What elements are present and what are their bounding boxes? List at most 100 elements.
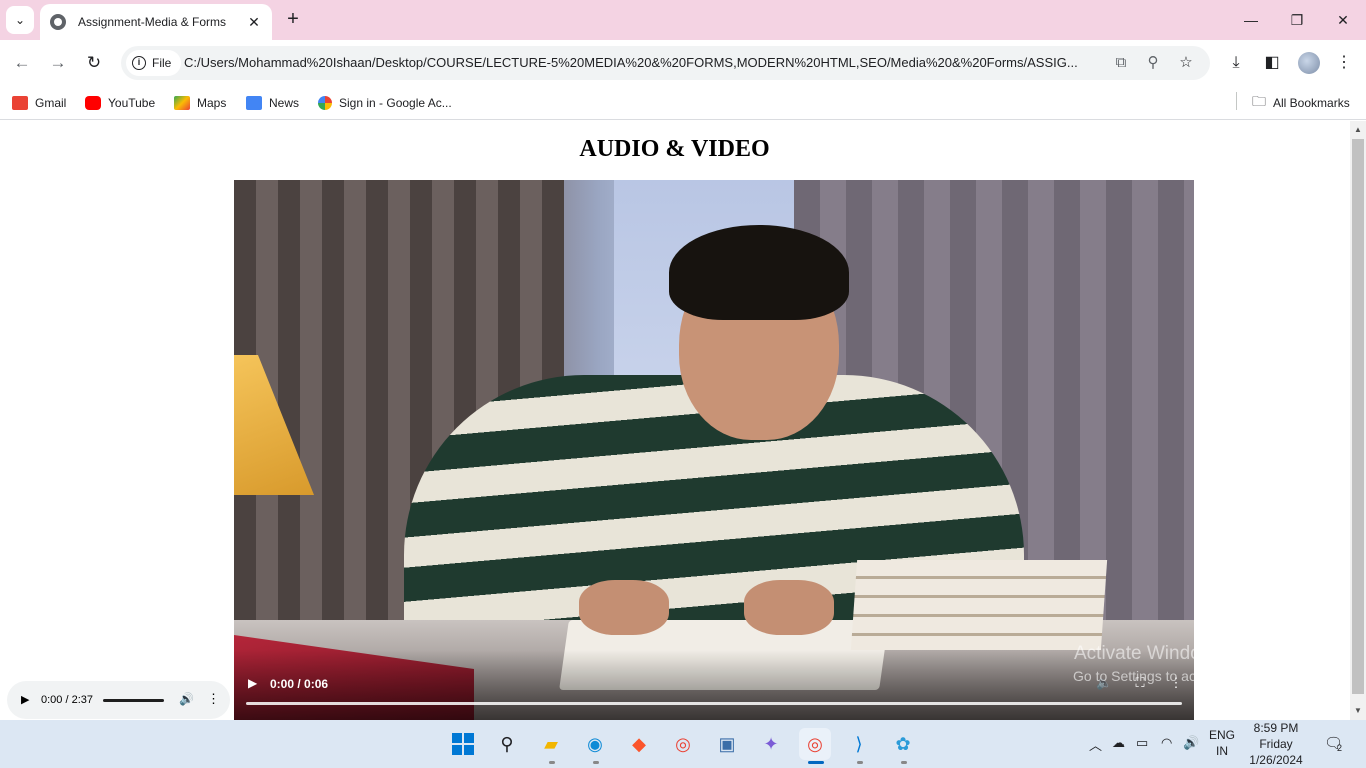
bookmark-gmail[interactable]: Gmail: [12, 93, 66, 113]
bookmark-youtube[interactable]: YouTube: [85, 93, 155, 113]
zoom-icon[interactable]: ⚲: [1143, 53, 1163, 73]
bookmark-google-signin[interactable]: Sign in - Google Ac...: [318, 93, 452, 113]
clock-day: Friday: [1259, 737, 1293, 751]
bookmarks-bar: Gmail YouTube Maps News Sign in - Google…: [0, 86, 1366, 120]
audio-time: 0:00 / 2:37: [41, 694, 93, 706]
vertical-scrollbar[interactable]: ▲ ▼: [1350, 121, 1366, 720]
notifications-icon[interactable]: 🗨2: [1324, 734, 1348, 753]
video-play-icon[interactable]: ▶: [248, 676, 257, 690]
scroll-thumb[interactable]: [1352, 139, 1364, 694]
book-stack: [850, 560, 1108, 650]
youtube-icon: [85, 96, 101, 110]
back-button[interactable]: ←: [9, 50, 35, 76]
minimize-button[interactable]: —: [1228, 0, 1274, 40]
running-indicator: [593, 761, 599, 764]
taskbar: ⚲ ▰ ◉ ◆ ◎ ▣ ✦ ◎ ⟩ ✿ ︿ ☁ ▭ ◠ 🔊 ENG IN 8:5…: [0, 720, 1366, 768]
scroll-up-icon[interactable]: ▲: [1353, 125, 1363, 134]
address-bar[interactable]: i File C:/Users/Mohammad%20Ishaan/Deskto…: [121, 46, 1210, 80]
file-explorer-icon[interactable]: ▰: [535, 728, 567, 760]
all-bookmarks[interactable]: 🗀 All Bookmarks: [1252, 93, 1350, 113]
page-content: AUDIO & VIDEO ▶ 0:00 / 0:06 🔈 ⛶ ⋮ ▶ 0:00…: [0, 121, 1350, 720]
arrow-right-icon: →: [49, 53, 67, 72]
search-icon[interactable]: ⚲: [491, 728, 523, 760]
all-bookmarks-label: All Bookmarks: [1273, 96, 1350, 110]
menu-icon[interactable]: ⋮: [1333, 52, 1355, 74]
chevron-down-icon: ⌄: [14, 13, 26, 27]
side-panel-icon[interactable]: ◧: [1261, 52, 1283, 74]
clock[interactable]: 8:59 PM Friday 1/26/2024: [1244, 721, 1308, 767]
bookmark-label: Maps: [197, 96, 227, 110]
windows-start-icon[interactable]: [447, 728, 479, 760]
bookmark-label: Sign in - Google Ac...: [339, 96, 452, 110]
google-icon: [318, 96, 332, 110]
scroll-down-icon[interactable]: ▼: [1353, 706, 1363, 715]
running-indicator: [857, 761, 863, 764]
active-indicator: [808, 761, 824, 764]
onedrive-icon[interactable]: ☁: [1112, 735, 1125, 751]
globe-icon: [50, 14, 66, 30]
video-progress-bar[interactable]: [246, 702, 1182, 705]
audio-play-icon[interactable]: ▶: [21, 693, 29, 706]
video-controls-shade: [234, 650, 1194, 720]
translate-icon[interactable]: ⧉: [1111, 53, 1131, 73]
video-player[interactable]: ▶ 0:00 / 0:06 🔈 ⛶ ⋮: [234, 180, 1194, 720]
tab-search-button[interactable]: ⌄: [6, 6, 34, 34]
gmail-icon: [12, 96, 28, 110]
maps-icon: [174, 96, 190, 110]
new-tab-button[interactable]: +: [282, 8, 304, 30]
audio-volume-icon[interactable]: 🔊: [179, 692, 194, 706]
chrome-icon[interactable]: ◎: [667, 728, 699, 760]
reload-icon: ↻: [86, 53, 102, 72]
bookmark-label: News: [269, 96, 300, 110]
notification-count: 2: [1337, 743, 1343, 753]
running-indicator: [549, 761, 555, 764]
clock-date: 1/26/2024: [1249, 753, 1303, 767]
bookmarks-separator: [1236, 92, 1237, 110]
site-info-label: File: [152, 56, 172, 70]
chrome-active-icon[interactable]: ◎: [799, 728, 831, 760]
language-indicator[interactable]: ENG IN: [1206, 728, 1238, 758]
forward-button[interactable]: →: [45, 50, 71, 76]
audio-more-icon[interactable]: ⋮: [207, 691, 220, 707]
hand-right: [744, 580, 834, 635]
brave-icon[interactable]: ◆: [623, 728, 655, 760]
bookmark-news[interactable]: News: [246, 93, 299, 113]
bookmark-maps[interactable]: Maps: [174, 93, 226, 113]
language-label: ENG: [1208, 728, 1235, 742]
profile-avatar[interactable]: [1298, 52, 1320, 74]
reload-button[interactable]: ↻: [81, 50, 107, 76]
news-icon: [246, 96, 262, 110]
video-time: 0:00 / 0:06: [270, 677, 329, 691]
download-icon[interactable]: ⤓: [1225, 52, 1247, 74]
tab-strip: ⌄ Assignment-Media & Forms ✕ + — ❐ ✕: [0, 0, 1366, 40]
tab-active[interactable]: Assignment-Media & Forms ✕: [40, 4, 272, 40]
volume-icon[interactable]: 🔊: [1183, 735, 1199, 751]
close-window-button[interactable]: ✕: [1320, 0, 1366, 40]
activate-windows-title: Activate Windows: [1074, 643, 1224, 664]
clock-time: 8:59 PM: [1253, 721, 1299, 735]
url-text[interactable]: C:/Users/Mohammad%20Ishaan/Desktop/COURS…: [184, 55, 1104, 70]
copilot-icon[interactable]: ✦: [755, 728, 787, 760]
edge-icon[interactable]: ◉: [579, 728, 611, 760]
close-tab-icon[interactable]: ✕: [246, 14, 262, 31]
app-icon-2[interactable]: ✿: [887, 728, 919, 760]
app-icon[interactable]: ▣: [711, 728, 743, 760]
arrow-left-icon: ←: [13, 53, 31, 72]
bookmark-label: YouTube: [108, 96, 156, 110]
battery-icon[interactable]: ▭: [1136, 735, 1148, 751]
bookmark-star-icon[interactable]: ☆: [1176, 53, 1196, 73]
audio-player[interactable]: ▶ 0:00 / 2:37 🔊 ⋮: [7, 681, 230, 719]
vscode-icon[interactable]: ⟩: [843, 728, 875, 760]
region-label: IN: [1216, 744, 1228, 758]
student-hair: [669, 225, 849, 320]
site-info-chip[interactable]: i File: [126, 50, 182, 76]
chevron-up-icon[interactable]: ︿: [1089, 735, 1102, 754]
hand-left: [579, 580, 669, 635]
info-icon: i: [132, 56, 146, 70]
folder-icon: 🗀: [1252, 93, 1266, 109]
running-indicator: [901, 761, 907, 764]
restore-button[interactable]: ❐: [1274, 0, 1320, 40]
activate-windows-subtitle: Go to Settings to activate Windows.: [1073, 668, 1294, 684]
wifi-icon[interactable]: ◠: [1161, 735, 1172, 751]
audio-progress-bar[interactable]: [103, 699, 164, 702]
